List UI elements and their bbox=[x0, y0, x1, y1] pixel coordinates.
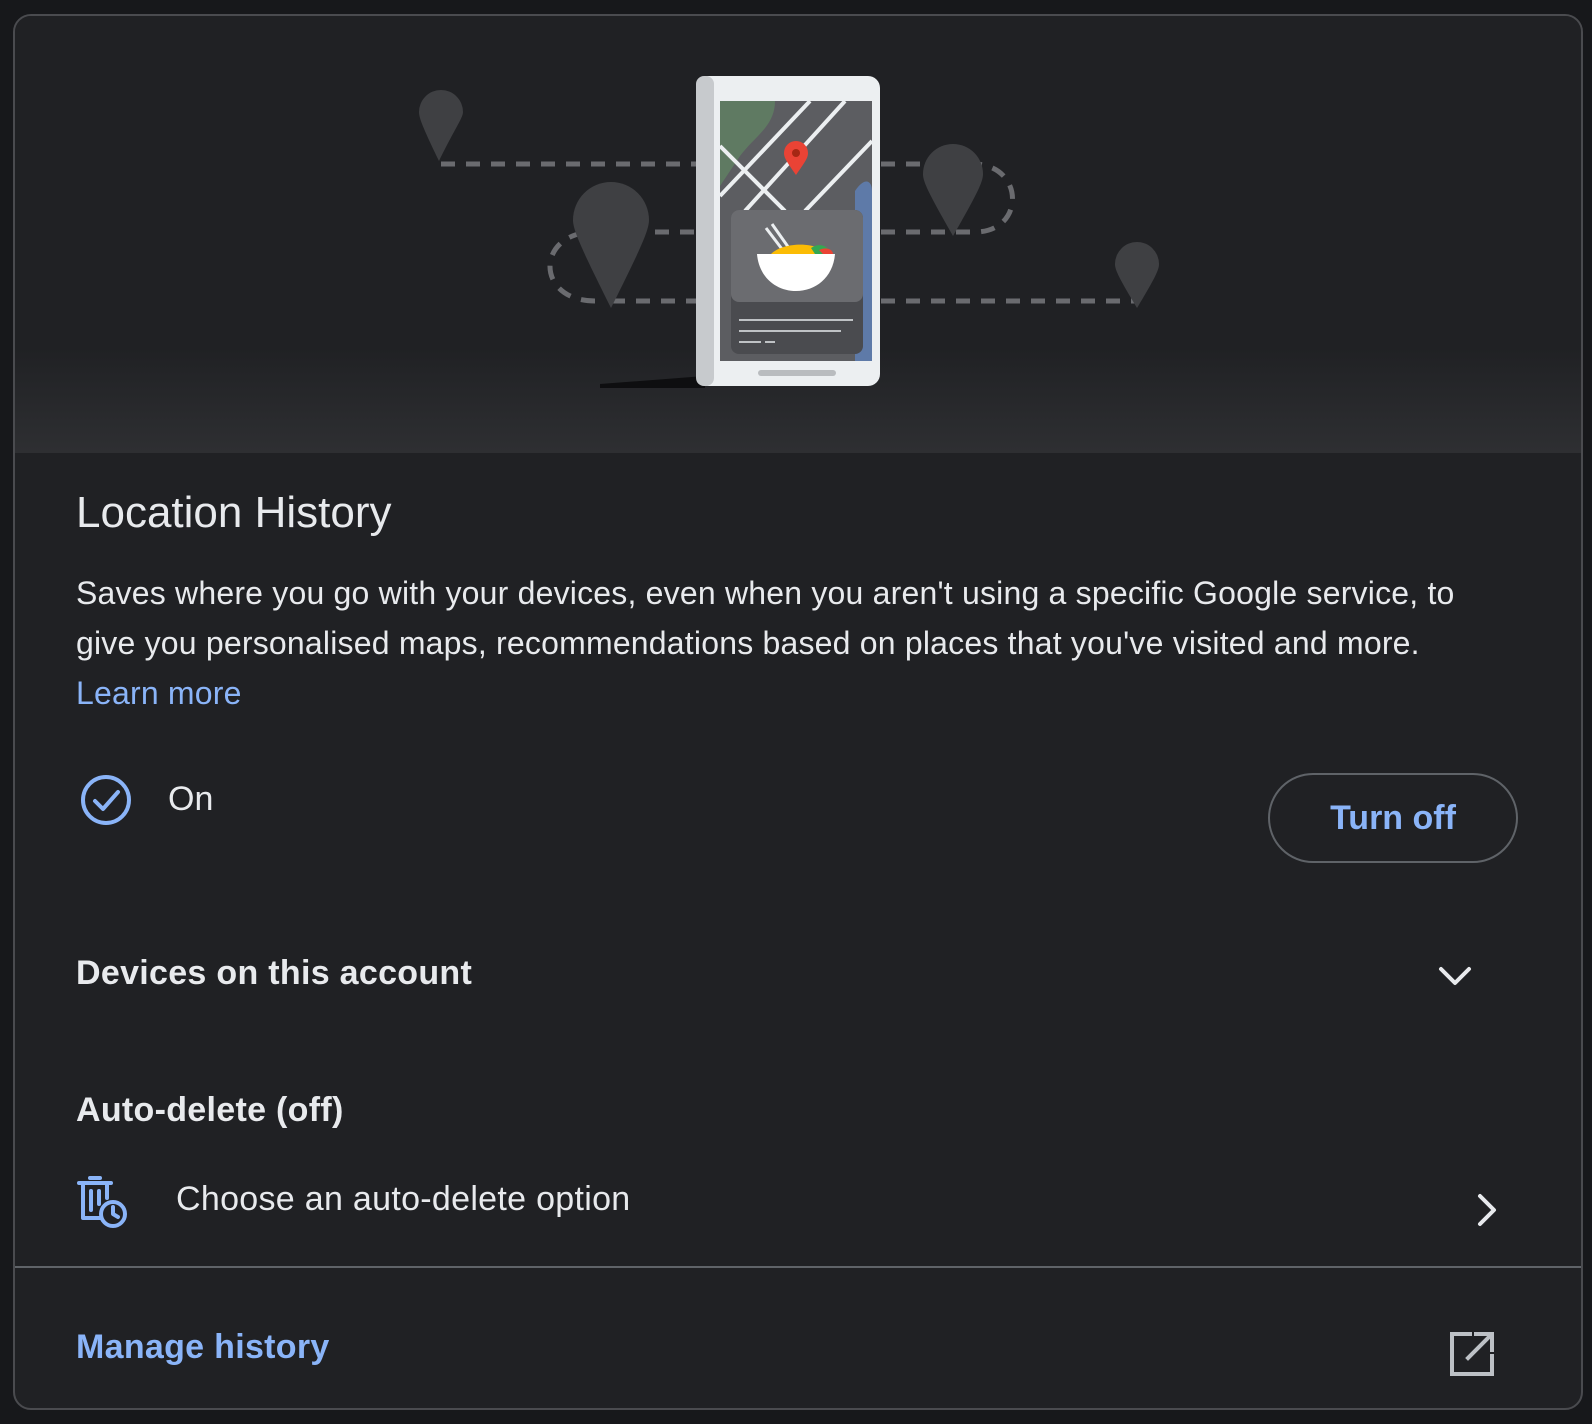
map-drop-icon bbox=[573, 182, 649, 308]
status-label: On bbox=[168, 780, 214, 818]
location-history-card: Location History Saves where you go with… bbox=[13, 14, 1583, 1410]
manage-history-link[interactable]: Manage history bbox=[76, 1328, 330, 1367]
description-text: Saves where you go with your devices, ev… bbox=[76, 575, 1455, 661]
map-drop-icon bbox=[923, 144, 983, 236]
auto-delete-option[interactable]: Choose an auto-delete option bbox=[15, 1158, 1581, 1252]
map-drop-icon bbox=[419, 90, 463, 161]
auto-delete-heading: Auto-delete (off) bbox=[76, 1091, 344, 1129]
chevron-right-icon bbox=[1478, 1194, 1496, 1226]
auto-delete-option-label: Choose an auto-delete option bbox=[176, 1180, 631, 1218]
map-drop-icon bbox=[1115, 242, 1159, 308]
turn-off-button[interactable]: Turn off bbox=[1268, 773, 1518, 863]
chevron-down-icon[interactable] bbox=[1437, 964, 1473, 988]
devices-label: Devices on this account bbox=[76, 954, 473, 992]
open-in-new-icon[interactable] bbox=[1448, 1330, 1496, 1378]
learn-more-link[interactable]: Learn more bbox=[76, 675, 242, 711]
devices-expander[interactable]: Devices on this account bbox=[15, 928, 1581, 1024]
manage-history-row[interactable]: Manage history bbox=[15, 1268, 1581, 1408]
hero-illustration bbox=[15, 16, 1581, 453]
phone-map-illustration bbox=[419, 76, 1159, 388]
auto-delete-icon bbox=[77, 1176, 127, 1228]
page-title: Location History bbox=[76, 488, 392, 537]
description: Saves where you go with your devices, ev… bbox=[76, 568, 1506, 718]
check-circle-icon bbox=[81, 775, 131, 825]
